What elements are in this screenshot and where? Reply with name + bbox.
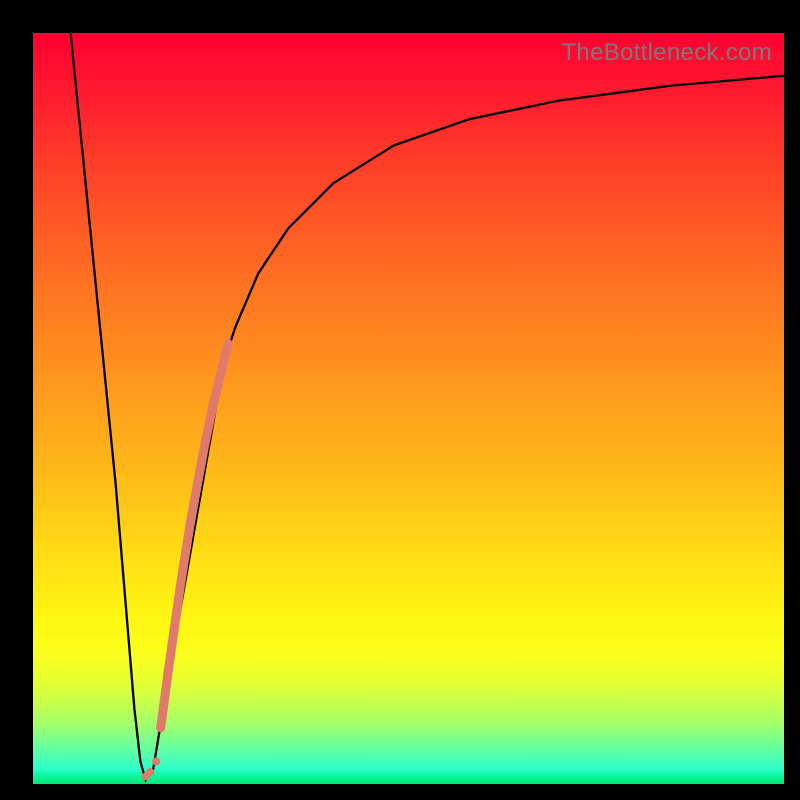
dot [205,418,214,427]
dot [209,400,218,409]
dot [198,455,207,464]
dot [167,641,176,650]
dot [194,475,203,484]
dot [186,517,195,526]
dot [156,723,165,732]
dot [164,667,173,676]
bottleneck-curve [71,33,784,780]
outlier-dot [146,768,154,776]
dot [213,385,222,394]
outlier-dot [152,758,160,766]
watermark-text: TheBottleneck.com [561,39,772,67]
dot [224,339,233,348]
plot-area: TheBottleneck.com [33,33,784,784]
dot [160,695,169,704]
dot [220,354,229,363]
dot [179,563,188,572]
outlier-dots [142,758,161,781]
dot [201,436,210,445]
chart-frame: TheBottleneck.com [0,0,800,800]
dot [175,588,184,597]
dot [190,496,199,505]
dot [171,614,180,623]
bottleneck-dots [156,339,233,732]
dot [216,369,225,378]
chart-svg [33,33,784,784]
dot [183,539,192,548]
